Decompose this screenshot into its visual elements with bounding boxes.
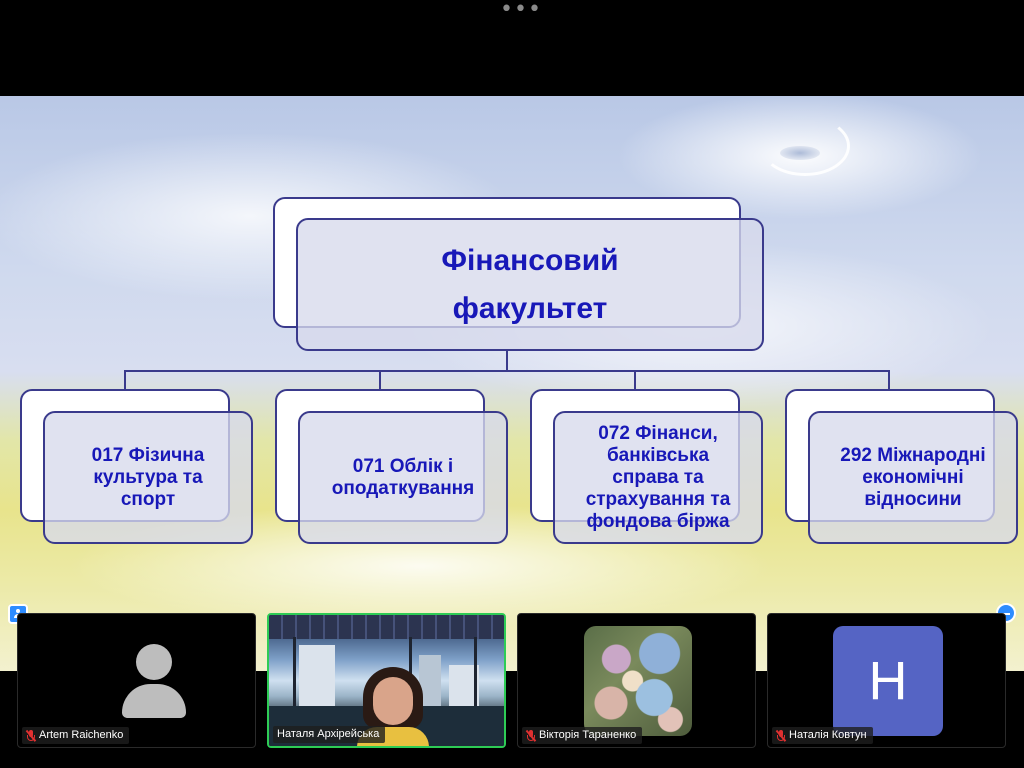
person-placeholder-icon	[122, 644, 186, 718]
connector-drop-3	[634, 370, 636, 390]
program-3-line: справа та	[612, 466, 704, 488]
participant-tile[interactable]: H Наталія Ковтун	[767, 613, 1006, 748]
program-1-line: спорт	[120, 488, 176, 510]
participant-tile[interactable]: Artem Raichenko	[17, 613, 256, 748]
connector-trunk	[506, 351, 508, 371]
participant-tile[interactable]: Вікторія Тараненко	[517, 613, 756, 748]
main-title-line2: факультет	[452, 291, 608, 325]
connector-drop-4	[888, 370, 890, 390]
mic-muted-icon	[25, 729, 36, 742]
program-box-4: 292 Міжнародні економічні відносини	[808, 411, 1018, 544]
connector-bar	[124, 370, 890, 372]
more-options-icon[interactable]: •••	[500, 0, 542, 21]
program-4-line: відносини	[864, 488, 962, 510]
program-1-line: культура та	[93, 466, 203, 488]
program-4-line: економічні	[862, 466, 964, 488]
connector-drop-1	[124, 370, 126, 390]
program-3-line: фондова біржа	[586, 510, 730, 532]
participant-name: Artem Raichenko	[39, 729, 124, 741]
main-title-line1: Фінансовий	[441, 243, 619, 277]
participant-tile-active-speaker[interactable]: Наталя Архірейська	[267, 613, 506, 748]
participant-name-tag: Наталя Архірейська	[273, 726, 386, 743]
initial-avatar: H	[833, 626, 943, 736]
profile-photo	[584, 626, 692, 736]
participant-name: Вікторія Тараненко	[539, 729, 637, 741]
background-droplet	[780, 146, 820, 160]
program-box-1: 017 Фізична культура та спорт	[43, 411, 253, 544]
participant-name: Наталя Архірейська	[277, 728, 380, 740]
participant-name-tag: Artem Raichenko	[22, 727, 130, 744]
program-2-line: оподаткування	[331, 477, 475, 499]
mic-muted-icon	[525, 729, 536, 742]
program-3-line: страхування та	[585, 488, 731, 510]
program-3-line: 072 Фінанси,	[598, 422, 718, 444]
program-4-line: 292 Міжнародні	[840, 444, 986, 466]
main-box: Фінансовий факультет	[296, 218, 764, 351]
program-box-2: 071 Облік і оподаткування	[298, 411, 508, 544]
program-box-3: 072 Фінанси, банківська справа та страху…	[553, 411, 763, 544]
participant-name: Наталія Ковтун	[789, 729, 867, 741]
mic-muted-icon	[775, 729, 786, 742]
program-3-line: банківська	[606, 444, 710, 466]
program-2-line: 071 Облік і	[352, 455, 454, 477]
connector-drop-2	[379, 370, 381, 390]
shared-slide: Фінансовий факультет 017 Фізична культур…	[0, 96, 1024, 671]
participant-name-tag: Наталія Ковтун	[772, 727, 873, 744]
participant-name-tag: Вікторія Тараненко	[522, 727, 643, 744]
program-1-line: 017 Фізична	[91, 444, 205, 466]
